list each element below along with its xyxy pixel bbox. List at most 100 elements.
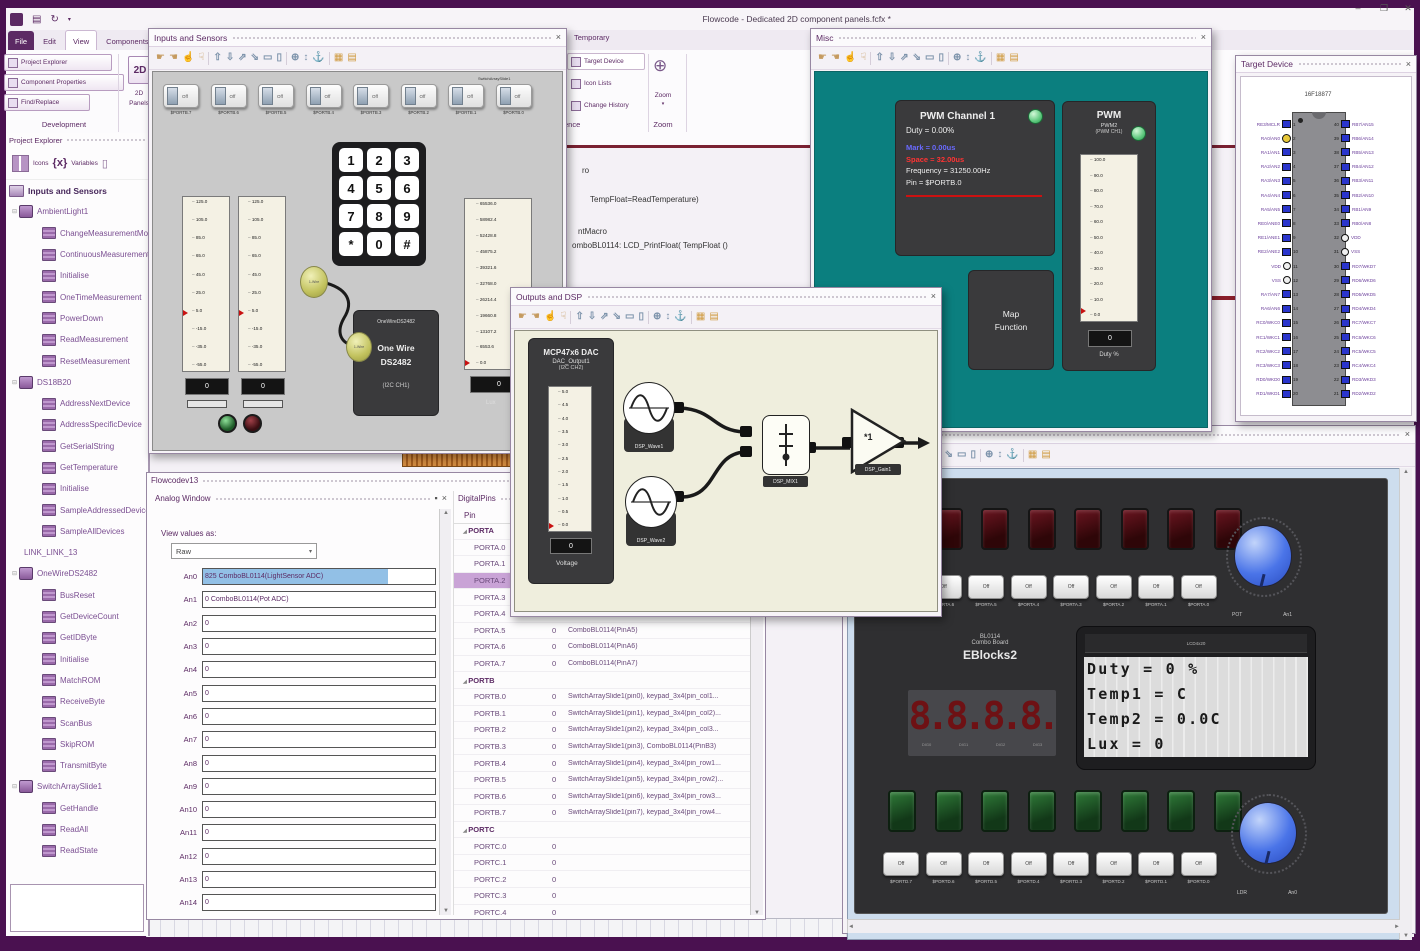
pan-icon[interactable]: ☚ (531, 312, 540, 322)
separator[interactable]: | (980, 448, 982, 462)
lower-icon[interactable]: ⇘ (913, 53, 921, 63)
tree-item[interactable]: GetHandle (6, 798, 148, 819)
lower-icon[interactable]: ⇘ (945, 450, 953, 460)
cursor-icon[interactable]: ☛ (518, 312, 527, 322)
ribbon-tab[interactable]: File (8, 31, 35, 51)
chip-pin[interactable]: RC3/WKC3 18 (1238, 359, 1302, 371)
slide-switch[interactable]: Off (353, 84, 389, 108)
separator[interactable]: | (208, 51, 210, 65)
tree-item[interactable]: ContinuousMeasurement (6, 244, 148, 265)
keypad-key[interactable]: * (339, 232, 363, 256)
scroll-down-icon[interactable]: ▼ (754, 910, 760, 915)
close-icon[interactable]: × (1406, 59, 1411, 69)
tree-item[interactable]: SwitchArraySlide1 (6, 776, 148, 797)
portd-switch-button[interactable]: Off (968, 852, 1004, 876)
value-format-dropdown[interactable]: Raw ▾ (171, 543, 317, 559)
chip-pin[interactable]: RE0/ANE0 8 (1238, 217, 1302, 229)
porta-switch-button[interactable]: Off (1138, 575, 1174, 599)
chip-pin[interactable]: RA3/AN3 5 (1238, 175, 1302, 187)
portd-switch-button[interactable]: Off (1053, 852, 1089, 876)
digital-pin-row[interactable]: PORTB.7 0 SwitchArraySlide1(pin7), keypa… (454, 805, 754, 822)
slide-switch[interactable]: Off (400, 84, 437, 108)
size-icon[interactable]: ↕ (303, 53, 308, 63)
tree-item[interactable]: DS18B20 (6, 372, 148, 393)
tree-item[interactable]: ReadMeasurement (6, 329, 148, 350)
size-icon[interactable]: ↕ (665, 312, 670, 322)
project-explorer-button[interactable]: Project Explorer (4, 54, 112, 71)
analog-scrollbar[interactable]: ▲ ▼ (439, 509, 451, 915)
analog-value-field[interactable]: 0 (202, 661, 436, 679)
chevron-down-icon[interactable]: ▾ (68, 16, 71, 23)
tree-item[interactable]: OneTimeMeasurement (6, 286, 148, 307)
grid-icon[interactable]: ▦ (696, 312, 705, 322)
tree-item[interactable]: AmbientLight1 (6, 201, 148, 222)
save-icon[interactable]: ▤ (32, 14, 41, 25)
board-horizontal-scrollbar[interactable]: ◄ ► (847, 919, 1400, 933)
bring-front-icon[interactable]: ⇧ (875, 53, 883, 63)
tree-item[interactable]: ReadAll (6, 819, 148, 840)
chip-pin[interactable]: 35 RB2/AN10 (1330, 189, 1412, 201)
chip-pin[interactable]: RC1/WKC1 16 (1238, 331, 1302, 343)
onewire-node[interactable]: 1-Wire (346, 332, 372, 362)
chip-pin[interactable]: 34 RB1/AN9 (1330, 203, 1412, 215)
chip-pin[interactable]: 24 RC5/WKC5 (1330, 345, 1412, 357)
pan-icon[interactable]: ☚ (169, 53, 178, 63)
grid-icon[interactable]: ▦ (996, 53, 1005, 63)
pwm-channel-block[interactable]: PWM Channel 1 Duty = 0.00% Mark = 0.00us… (895, 100, 1055, 256)
close-icon[interactable]: × (931, 292, 936, 301)
chip-pin[interactable]: 27 RD4/WKD4 (1330, 303, 1412, 315)
tree-item[interactable]: SkipROM (6, 734, 148, 755)
portd-switch-button[interactable]: Off (1010, 852, 1047, 876)
separator[interactable]: | (870, 51, 872, 65)
ds-green-led[interactable] (218, 414, 237, 433)
digital-pin-row[interactable]: PORTB.1 0 SwitchArraySlide1(pin1), keypa… (454, 706, 754, 723)
variables-icon[interactable]: {x} (53, 157, 68, 169)
chip-pin[interactable]: RA0/AN0 2 (1238, 132, 1302, 144)
chip-pin[interactable]: RE3/MCLR 1 (1238, 118, 1302, 130)
tree-item[interactable]: ResetMeasurement (6, 350, 148, 371)
tree-item[interactable]: Initialise (6, 478, 148, 499)
chip-pin[interactable]: RA6/AN6 14 (1238, 303, 1302, 315)
lower-icon[interactable]: ⇘ (251, 53, 259, 63)
target-device-header[interactable]: Target Device × (1236, 56, 1416, 73)
analog-value-field[interactable]: 0 (202, 754, 436, 772)
tree-item[interactable]: SampleAddressedDevice (6, 499, 148, 520)
expander-icon[interactable] (10, 379, 19, 386)
analog-value-field[interactable]: 0 (202, 871, 436, 888)
tree-item[interactable]: SampleAllDevices (6, 521, 148, 542)
separator[interactable]: | (286, 51, 288, 65)
bring-front-icon[interactable]: ⇧ (575, 312, 583, 322)
porta-switch-button[interactable]: Off (1053, 575, 1089, 599)
slide-switch[interactable]: Off (495, 84, 532, 108)
grid-icon[interactable]: ▦ (334, 53, 343, 63)
chip-pin[interactable]: RA4/AN4 6 (1238, 189, 1302, 201)
tree-item[interactable]: AddressNextDevice (6, 393, 148, 414)
digital-pin-row[interactable]: PORTB.3 0 SwitchArraySlide1(pin3), Combo… (454, 739, 754, 756)
anchor-icon[interactable]: ⚓ (312, 53, 324, 63)
analog-window-header[interactable]: Analog Window ▪ × (151, 491, 451, 506)
chip-pin[interactable]: 39 RB6/AN14 (1330, 132, 1412, 144)
snap-icon[interactable]: ▤ (347, 53, 356, 63)
outputs-panel-header[interactable]: Outputs and DSP × (511, 288, 941, 306)
porta-switch-button[interactable]: Off (1180, 575, 1217, 599)
raise-icon[interactable]: ⇗ (238, 53, 246, 63)
slide-switch[interactable]: Off (448, 84, 484, 108)
find-replace-button[interactable]: Find/Replace (4, 94, 90, 111)
analog-value-field[interactable]: 0 (202, 731, 436, 749)
chip-pin[interactable]: 21 RD2/WKD2 (1330, 388, 1412, 400)
anchor-icon[interactable]: ⚓ (674, 312, 686, 322)
chip-pin[interactable]: VSS 12 (1238, 274, 1302, 286)
onewire-node[interactable]: 1-Wire (300, 266, 328, 298)
size-icon[interactable]: ↕ (997, 450, 1002, 460)
chip-pin[interactable]: 30 RD7/WKD7 (1330, 260, 1412, 272)
keypad-key[interactable]: 3 (395, 148, 419, 172)
close-icon[interactable]: × (556, 33, 561, 42)
porta-switch-button[interactable]: Off (1095, 575, 1132, 599)
analog-value-field[interactable]: 0 (202, 777, 436, 795)
separator[interactable]: | (570, 310, 572, 324)
distribute-icon[interactable]: ▯ (971, 450, 977, 460)
digital-pin-row[interactable]: PORTB.2 0 SwitchArraySlide1(pin2), keypa… (454, 722, 754, 739)
separator[interactable]: | (690, 310, 692, 324)
digital-pin-row[interactable]: PORTB (454, 672, 754, 689)
chip-pin[interactable]: 31 VSS (1330, 246, 1412, 258)
